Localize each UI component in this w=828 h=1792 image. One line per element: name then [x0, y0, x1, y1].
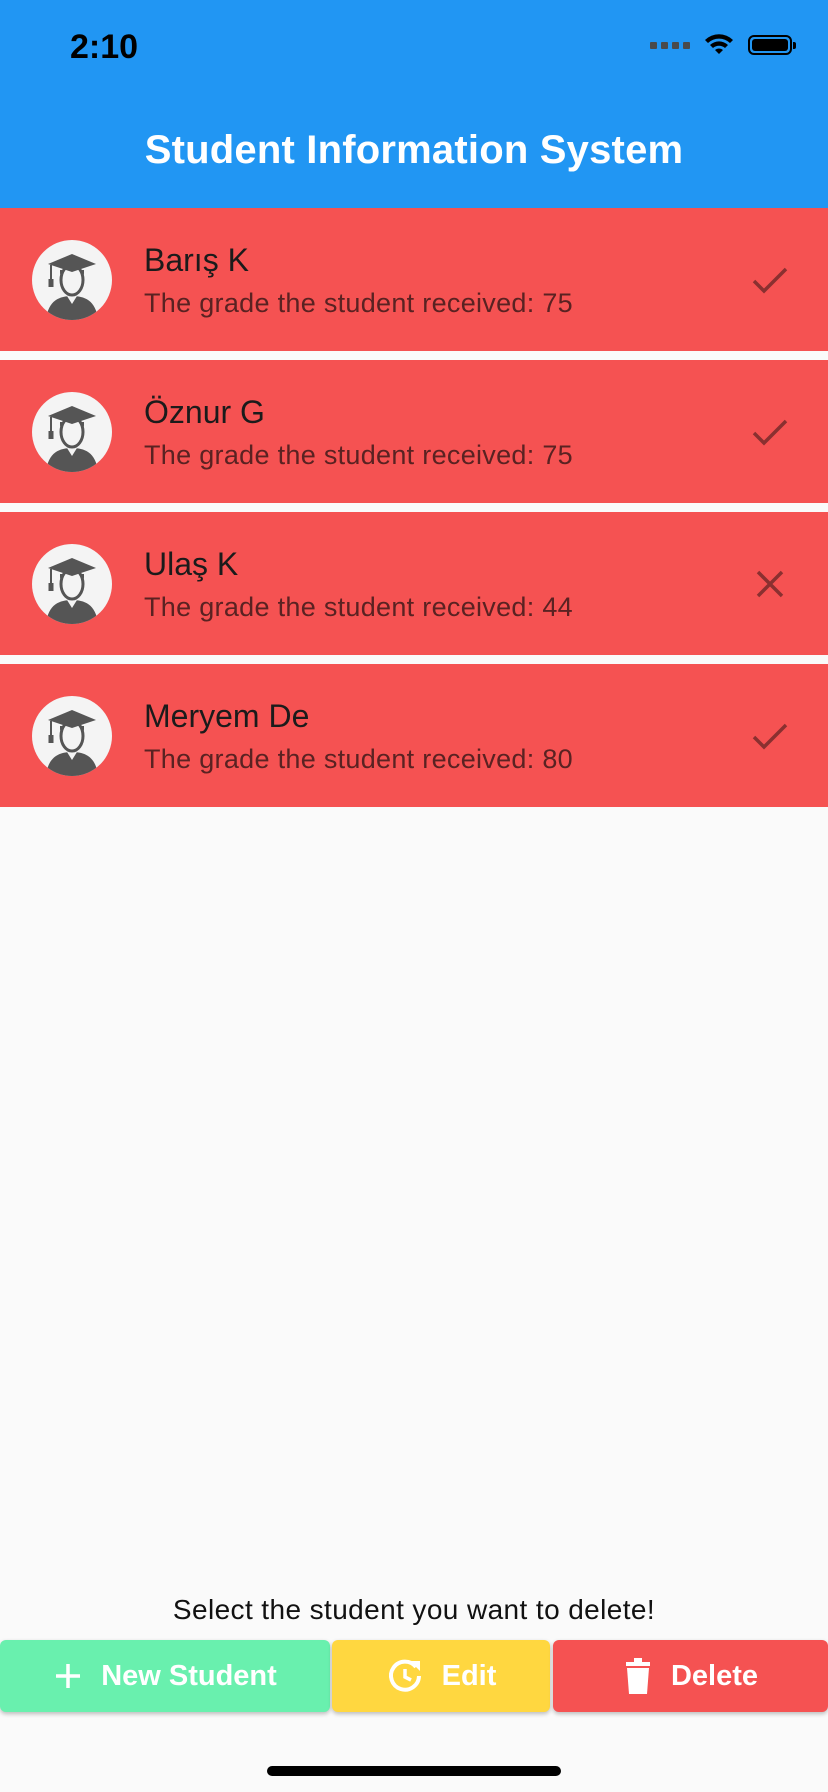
wifi-icon: [705, 34, 733, 54]
student-row[interactable]: Ulaş K The grade the student received: 4…: [0, 512, 828, 655]
edit-label: Edit: [441, 1659, 497, 1692]
student-name: Ulaş K: [144, 546, 239, 582]
delete-button[interactable]: Delete: [553, 1640, 828, 1712]
status-icons: [650, 34, 796, 56]
graduate-avatar-icon: [32, 392, 112, 472]
student-row[interactable]: Meryem De The grade the student received…: [0, 664, 828, 807]
student-grade: The grade the student received: 44: [144, 592, 573, 622]
home-indicator[interactable]: [267, 1766, 561, 1776]
status-time: 2:10: [70, 28, 139, 66]
graduate-avatar-icon: [32, 696, 112, 776]
graduate-avatar-icon: [32, 544, 112, 624]
delete-label: Delete: [670, 1659, 759, 1692]
app-bar: 2:10 Student Information System: [0, 0, 828, 208]
page-title: Student Information System: [144, 128, 684, 172]
student-list: Barış K The grade the student received: …: [0, 208, 828, 816]
signal-icon: [650, 41, 690, 49]
student-grade: The grade the student received: 80: [144, 744, 573, 774]
action-bar: New Student Edit Delete: [0, 1640, 828, 1712]
delete-hint: Select the student you want to delete!: [172, 1594, 656, 1625]
check-icon: [752, 723, 788, 750]
check-icon: [752, 419, 788, 446]
plus-icon: [56, 1664, 81, 1688]
graduate-avatar-icon: [32, 240, 112, 320]
student-grade: The grade the student received: 75: [144, 440, 573, 470]
student-name: Barış K: [144, 242, 249, 278]
student-row[interactable]: Barış K The grade the student received: …: [0, 208, 828, 351]
battery-icon: [748, 35, 796, 55]
new-student-button[interactable]: New Student: [0, 1640, 330, 1712]
check-icon: [752, 267, 788, 294]
student-grade: The grade the student received: 75: [144, 288, 573, 318]
refresh-icon: [388, 1659, 421, 1692]
student-row[interactable]: Öznur G The grade the student received: …: [0, 360, 828, 503]
new-student-label: New Student: [101, 1659, 277, 1692]
edit-button[interactable]: Edit: [332, 1640, 550, 1712]
student-name: Meryem De: [144, 698, 310, 734]
trash-icon: [625, 1658, 650, 1694]
student-name: Öznur G: [144, 394, 265, 430]
close-icon: [756, 570, 784, 598]
